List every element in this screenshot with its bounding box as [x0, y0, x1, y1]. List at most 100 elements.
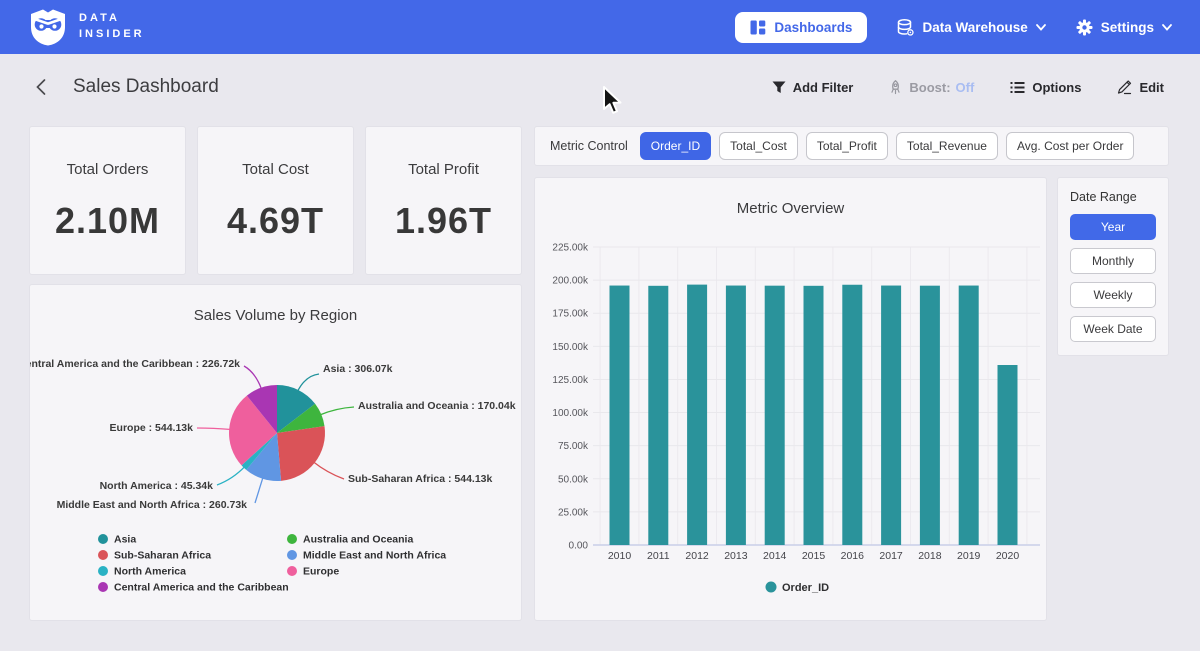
back-button[interactable]	[30, 76, 51, 98]
pie-leader-line	[197, 428, 231, 429]
pie-chart[interactable]: Asia : 306.07k Australia and Oceania : 17…	[30, 330, 521, 620]
y-axis-tick-label: 125.00k	[552, 375, 589, 386]
x-axis-tick-label: 2010	[608, 550, 632, 562]
brand-logo[interactable]: DATA INSIDER	[28, 8, 145, 46]
x-axis-tick-label: 2011	[647, 550, 670, 562]
bar[interactable]	[648, 286, 668, 545]
list-icon	[1010, 81, 1025, 94]
bar[interactable]	[687, 285, 707, 545]
pie-slice-label: Sub-Saharan Africa : 544.13k	[348, 473, 492, 485]
pie-leader-line	[319, 407, 354, 415]
legend-item-label: Asia	[114, 534, 136, 546]
date-range-monthly-button[interactable]: Monthly	[1070, 248, 1156, 274]
pie-slice-label: Europe : 544.13k	[110, 422, 194, 434]
boost-value: Off	[956, 80, 975, 95]
y-axis-tick-label: 175.00k	[552, 309, 589, 320]
pie-leader-line	[313, 462, 344, 479]
x-axis-tick-label: 2020	[996, 550, 1020, 562]
bar[interactable]	[765, 286, 785, 545]
y-axis-tick-label: 225.00k	[552, 243, 589, 254]
settings-menu[interactable]: Settings	[1076, 19, 1172, 36]
chevron-left-icon	[34, 78, 47, 96]
kpi-value: 4.69T	[227, 200, 324, 242]
brand-line1: DATA	[79, 11, 145, 27]
bar-chart-title: Metric Overview	[535, 178, 1046, 217]
metric-chip-order-id[interactable]: Order_ID	[640, 132, 711, 160]
bar[interactable]	[842, 285, 862, 545]
pie-slice-label: Australia and Oceania : 170.04k	[358, 400, 516, 412]
chevron-down-icon	[1036, 24, 1046, 31]
options-button[interactable]: Options	[1004, 79, 1087, 96]
y-axis-tick-label: 50.00k	[558, 474, 589, 485]
x-axis-tick-label: 2013	[724, 550, 748, 562]
legend-dot	[287, 566, 297, 576]
bar[interactable]	[726, 286, 746, 545]
date-range-weekly-button[interactable]: Weekly	[1070, 282, 1156, 308]
kpi-card-total-profit: Total Profit 1.96T	[366, 127, 521, 274]
legend-dot	[766, 582, 777, 593]
legend-dot	[287, 550, 297, 560]
kpi-label: Total Cost	[242, 161, 309, 178]
metric-chip-total-profit[interactable]: Total_Profit	[806, 132, 888, 160]
data-warehouse-menu[interactable]: Data Warehouse	[897, 19, 1045, 36]
database-icon	[897, 19, 914, 36]
brand-line2: INSIDER	[79, 27, 145, 43]
bar[interactable]	[610, 286, 630, 545]
filter-icon	[772, 81, 786, 94]
pie-leader-line	[217, 466, 245, 485]
x-axis-tick-label: 2017	[879, 550, 903, 562]
bar[interactable]	[959, 286, 979, 545]
dashboards-button[interactable]: Dashboards	[735, 12, 867, 43]
pie-leader-line	[255, 477, 263, 503]
pie-slice[interactable]	[277, 426, 325, 481]
x-axis-tick-label: 2016	[841, 550, 865, 562]
chevron-down-icon	[1162, 24, 1172, 31]
date-range-week-date-button[interactable]: Week Date	[1070, 316, 1156, 342]
edit-button[interactable]: Edit	[1111, 79, 1170, 96]
x-axis-tick-label: 2019	[957, 550, 981, 562]
legend-dot	[98, 566, 108, 576]
legend-item-label: Order_ID	[782, 582, 829, 594]
owl-logo-icon	[28, 8, 68, 46]
y-axis-tick-label: 0.00	[569, 541, 589, 552]
x-axis-tick-label: 2018	[918, 550, 942, 562]
pie-leader-line	[297, 374, 319, 392]
metric-chip-avg-cost-per-order[interactable]: Avg. Cost per Order	[1006, 132, 1135, 160]
metric-chip-total-revenue[interactable]: Total_Revenue	[896, 132, 998, 160]
bar[interactable]	[804, 286, 824, 545]
kpi-value: 2.10M	[55, 200, 160, 242]
gear-icon	[1076, 19, 1093, 36]
navbar-menu: Dashboards Data Warehouse	[735, 12, 1172, 43]
legend-item-label: North America	[114, 566, 186, 578]
header-actions: Add Filter Boost: Off Options	[766, 79, 1170, 96]
kpi-card-total-orders: Total Orders 2.10M	[30, 127, 185, 274]
y-axis-tick-label: 100.00k	[552, 408, 589, 419]
date-range-year-button[interactable]: Year	[1070, 214, 1156, 240]
legend-item-label: Middle East and North Africa	[303, 550, 446, 562]
pencil-icon	[1117, 80, 1132, 95]
bar[interactable]	[998, 365, 1018, 545]
pie-slice-label: Asia : 306.07k	[323, 363, 393, 375]
y-axis-tick-label: 150.00k	[552, 342, 589, 353]
x-axis-tick-label: 2015	[802, 550, 826, 562]
bar-chart-card: Metric Overview 0.0025.00k50.00k75.00k10…	[535, 178, 1046, 620]
y-axis-tick-label: 75.00k	[558, 441, 589, 452]
legend-item-label: Central America and the Caribbean	[114, 582, 289, 594]
date-range-panel: Date Range Year Monthly Weekly Week Date	[1058, 178, 1168, 355]
bar[interactable]	[920, 286, 940, 545]
metric-control-bar: Metric Control Order_ID Total_Cost Total…	[535, 127, 1168, 165]
dashboards-grid-icon	[750, 20, 766, 35]
data-warehouse-label: Data Warehouse	[922, 20, 1027, 35]
edit-label: Edit	[1139, 80, 1164, 95]
bar-chart[interactable]: 0.0025.00k50.00k75.00k100.00k125.00k150.…	[535, 223, 1046, 620]
legend-dot	[98, 534, 108, 544]
legend-dot	[98, 550, 108, 560]
options-label: Options	[1032, 80, 1081, 95]
boost-toggle[interactable]: Boost: Off	[883, 79, 980, 96]
pie-chart-card: Sales Volume by Region Asia : 306.07k Aus…	[30, 285, 521, 620]
metric-chip-total-cost[interactable]: Total_Cost	[719, 132, 798, 160]
bar[interactable]	[881, 286, 901, 545]
pie-chart-title: Sales Volume by Region	[30, 285, 521, 324]
pie-slice-label: North America : 45.34k	[100, 480, 214, 492]
add-filter-button[interactable]: Add Filter	[766, 79, 860, 96]
